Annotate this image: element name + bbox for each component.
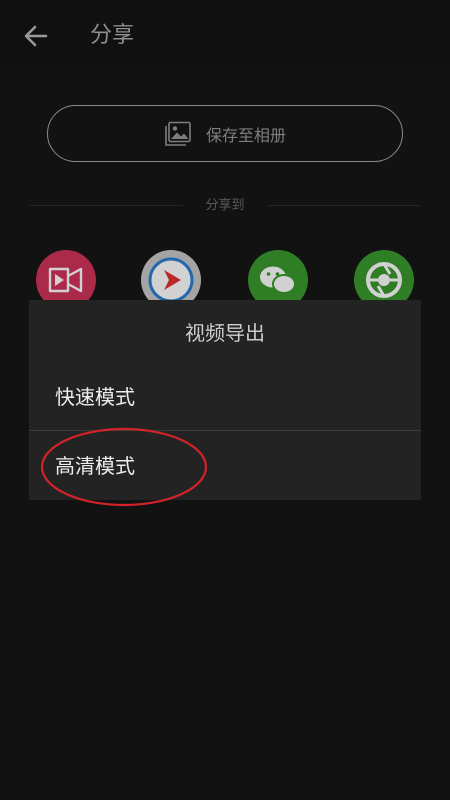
- option-divider: [29, 430, 421, 431]
- page-title: 分享: [90, 23, 135, 48]
- video-export-dialog: 视频导出 快速模式 高清模式: [29, 300, 421, 500]
- top-bar: 分享: [0, 0, 450, 70]
- back-button[interactable]: [20, 20, 52, 52]
- fast-mode-option[interactable]: 快速模式: [29, 364, 421, 430]
- share-screen: 分享 保存至相册 分享到 视频导出 快速模式 高清模式: [0, 0, 450, 800]
- dialog-title: 视频导出: [185, 321, 265, 345]
- arrow-left-icon: [24, 25, 48, 47]
- hd-mode-option[interactable]: 高清模式: [29, 433, 421, 499]
